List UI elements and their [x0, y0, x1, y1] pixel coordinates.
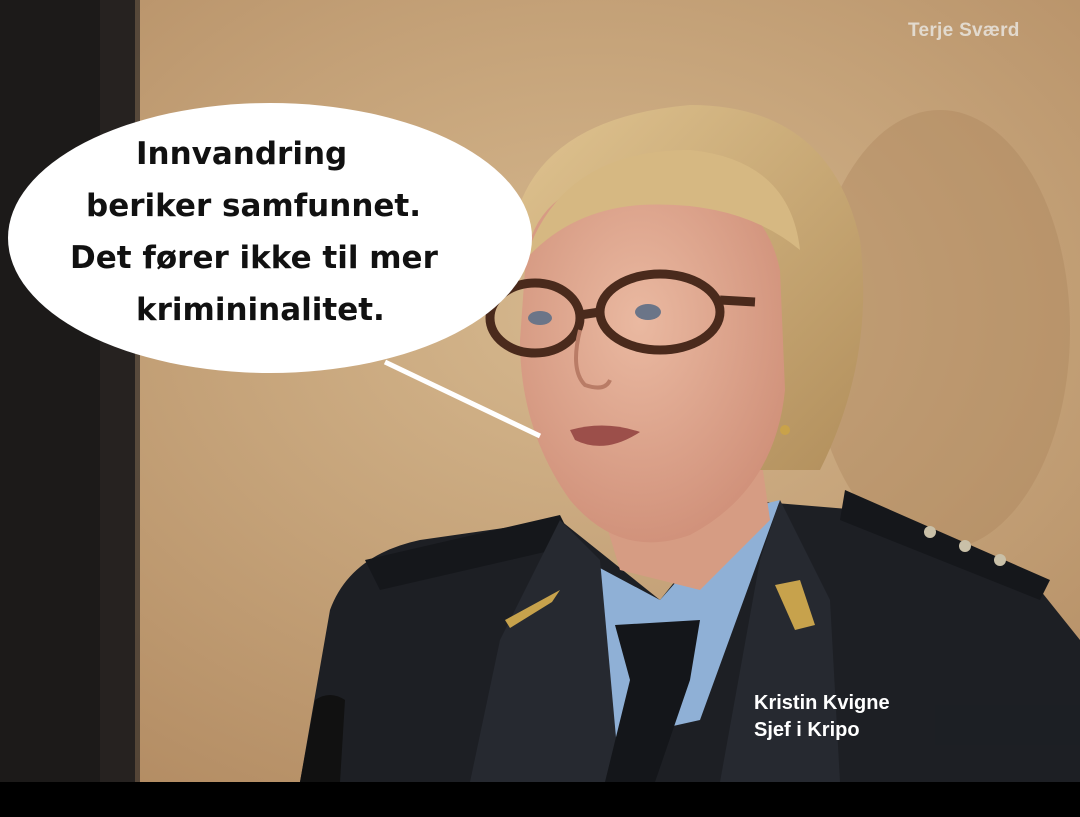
speech-line: beriker samfunnet.: [86, 188, 422, 224]
photo-illustration: [0, 0, 1080, 782]
speech-line: Innvandring: [136, 136, 348, 172]
speech-line: krimininalitet.: [136, 292, 385, 328]
bottom-letterbox-bar: [0, 782, 1080, 817]
photo-caption: Kristin Kvigne Sjef i Kripo: [754, 690, 890, 744]
speech-bubble-text: Innvandring beriker samfunnet. Det fører…: [40, 128, 510, 336]
speech-line: Det fører ikke til mer: [70, 240, 438, 276]
photo-scene: Terje Sværd Innvandring beriker samfunne…: [0, 0, 1080, 782]
caption-title: Sjef i Kripo: [754, 719, 860, 741]
photographer-watermark: Terje Sværd: [908, 20, 1020, 41]
caption-name: Kristin Kvigne: [754, 692, 890, 714]
